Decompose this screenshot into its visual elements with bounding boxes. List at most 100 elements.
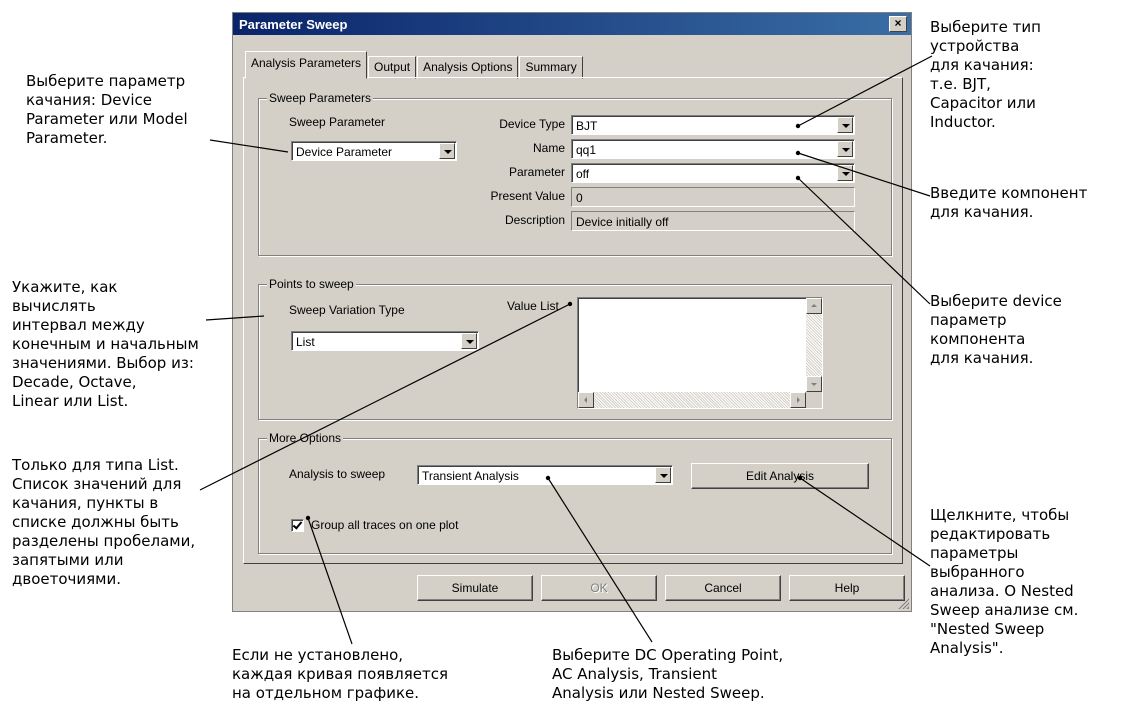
annotation-name: Введите компонент для качания. (930, 184, 1087, 222)
annotation-line: качания: Device (26, 91, 153, 109)
value-list-textarea[interactable] (577, 297, 823, 409)
analysis-to-sweep-label: Analysis to sweep (289, 467, 386, 481)
more-options-group: More Options Analysis to sweep Transient… (258, 431, 892, 554)
annotation-line: Sweep анализе см. (930, 601, 1079, 619)
annotation-device-type: Выберите тип устройства для качания: т.е… (930, 18, 1041, 132)
annotation-line: Linear или List. (12, 392, 129, 410)
parameter-select[interactable]: off (571, 163, 855, 183)
annotation-line: устройства (930, 37, 1020, 55)
device-type-label: Device Type (499, 117, 565, 131)
annotation-line: Если не установлено, (232, 646, 404, 664)
annotation-line: Выберите тип (930, 18, 1041, 36)
annotation-checkbox: Если не установлено, каждая кривая появл… (232, 646, 448, 703)
cancel-button[interactable]: Cancel (665, 575, 781, 601)
select-value: List (296, 335, 315, 349)
name-select[interactable]: qq1 (571, 139, 855, 159)
name-label: Name (532, 141, 565, 155)
select-value: Transient Analysis (422, 469, 519, 483)
button-label: Edit Analysis (745, 469, 815, 483)
annotation-value-list: Только для типа List. Список значений дл… (12, 456, 195, 589)
tab-analysis-options[interactable]: Analysis Options (417, 56, 519, 79)
tab-output[interactable]: Output (368, 56, 417, 79)
chevron-down-icon[interactable] (439, 143, 455, 159)
chevron-down-icon[interactable] (837, 117, 853, 133)
field-value: Device initially off (576, 215, 669, 229)
annotation-line: разделены пробелами, (12, 532, 196, 550)
annotation-line: Щелкните, чтобы (930, 506, 1070, 524)
annotation-line: Выберите параметр (26, 72, 186, 90)
tab-summary[interactable]: Summary (519, 56, 583, 79)
annotation-line: для качания. (930, 203, 1034, 221)
sweep-parameter-select[interactable]: Device Parameter (291, 141, 457, 161)
button-label: Cancel (704, 581, 742, 595)
annotation-line: Analysis или Nested Sweep. (552, 684, 765, 702)
annotation-line: интервал между (12, 316, 145, 334)
tab-label: Analysis Parameters (251, 56, 362, 70)
annotation-line: для качания: (930, 56, 1034, 74)
scroll-right-icon[interactable] (790, 392, 806, 408)
simulate-button[interactable]: Simulate (417, 575, 533, 601)
group-traces-label: Group all traces on one plot (311, 518, 459, 532)
chevron-down-icon[interactable] (837, 141, 853, 157)
annotation-line: "Nested Sweep (930, 620, 1045, 638)
annotation-line: Введите компонент (930, 184, 1088, 202)
annotation-analysis: Выберите DC Operating Point, AC Analysis… (552, 646, 783, 703)
annotation-line: Укажите, как (12, 278, 118, 296)
annotation-line: вычислять (12, 297, 96, 315)
scroll-up-icon[interactable] (806, 298, 822, 314)
annotation-line: Выберите DC Operating Point, (552, 646, 784, 664)
title-bar[interactable]: Parameter Sweep × (233, 13, 911, 35)
device-type-select[interactable]: BJT (571, 115, 855, 135)
analysis-to-sweep-select[interactable]: Transient Analysis (417, 465, 673, 485)
annotation-line: запятыми или (12, 551, 124, 569)
annotation-line: выбранного (930, 563, 1025, 581)
annotation-parameter: Выберите device параметр компонента для … (930, 292, 1062, 368)
parameter-sweep-dialog: Parameter Sweep × Analysis Parameters Ou… (232, 12, 912, 612)
sweep-variation-select[interactable]: List (291, 331, 479, 351)
tab-label: Output (374, 60, 411, 74)
group-traces-checkbox[interactable] (291, 519, 304, 532)
tab-label: Analysis Options (423, 60, 513, 74)
annotation-line: Выберите device (930, 292, 1062, 310)
select-value: off (576, 167, 590, 181)
group-label: More Options (267, 431, 344, 445)
scroll-down-icon[interactable] (806, 376, 822, 392)
edit-analysis-button[interactable]: Edit Analysis (691, 463, 869, 489)
help-button[interactable]: Help (789, 575, 905, 601)
tab-analysis-parameters[interactable]: Analysis Parameters (245, 51, 368, 79)
annotation-line: Inductor. (930, 113, 996, 131)
scroll-left-icon[interactable] (578, 392, 594, 408)
annotation-line: параметр (930, 311, 1007, 329)
resize-grip-icon[interactable] (897, 597, 909, 609)
ok-button[interactable]: OK (541, 575, 657, 601)
parameter-label: Parameter (508, 165, 565, 179)
tab-panel: Sweep Parameters Sweep Parameter Device … (243, 77, 903, 564)
close-icon: × (894, 16, 902, 30)
annotation-line: значениями. Выбор из: (12, 354, 194, 372)
chevron-down-icon[interactable] (461, 333, 477, 349)
chevron-down-icon[interactable] (837, 165, 853, 181)
close-button[interactable]: × (889, 16, 907, 32)
annotation-edit-analysis: Щелкните, чтобы редактировать параметры … (930, 506, 1078, 658)
annotation-line: Список значений для (12, 475, 182, 493)
annotation-line: Capacitor или (930, 94, 1036, 112)
annotation-variation: Укажите, как вычислять интервал между ко… (12, 278, 199, 411)
annotation-line: AC Analysis, Transient (552, 665, 717, 683)
select-value: BJT (576, 119, 598, 133)
description-field: Device initially off (571, 211, 855, 231)
chevron-down-icon[interactable] (655, 467, 671, 483)
vertical-scrollbar[interactable] (806, 298, 822, 392)
annotation-line: т.е. BJT, (930, 75, 991, 93)
annotation-line: параметры (930, 544, 1019, 562)
horizontal-scrollbar[interactable] (578, 392, 806, 408)
annotation-line: анализа. О Nested (930, 582, 1074, 600)
button-label: OK (590, 581, 608, 595)
sweep-parameter-label: Sweep Parameter (289, 115, 386, 129)
present-value-field: 0 (571, 187, 855, 207)
annotation-line: редактировать (930, 525, 1051, 543)
sweep-parameters-group: Sweep Parameters Sweep Parameter Device … (258, 91, 892, 256)
annotation-line: конечным и начальным (12, 335, 199, 353)
field-value: 0 (576, 191, 583, 205)
annotation-line: каждая кривая появляется (232, 665, 448, 683)
group-label: Sweep Parameters (267, 91, 374, 105)
